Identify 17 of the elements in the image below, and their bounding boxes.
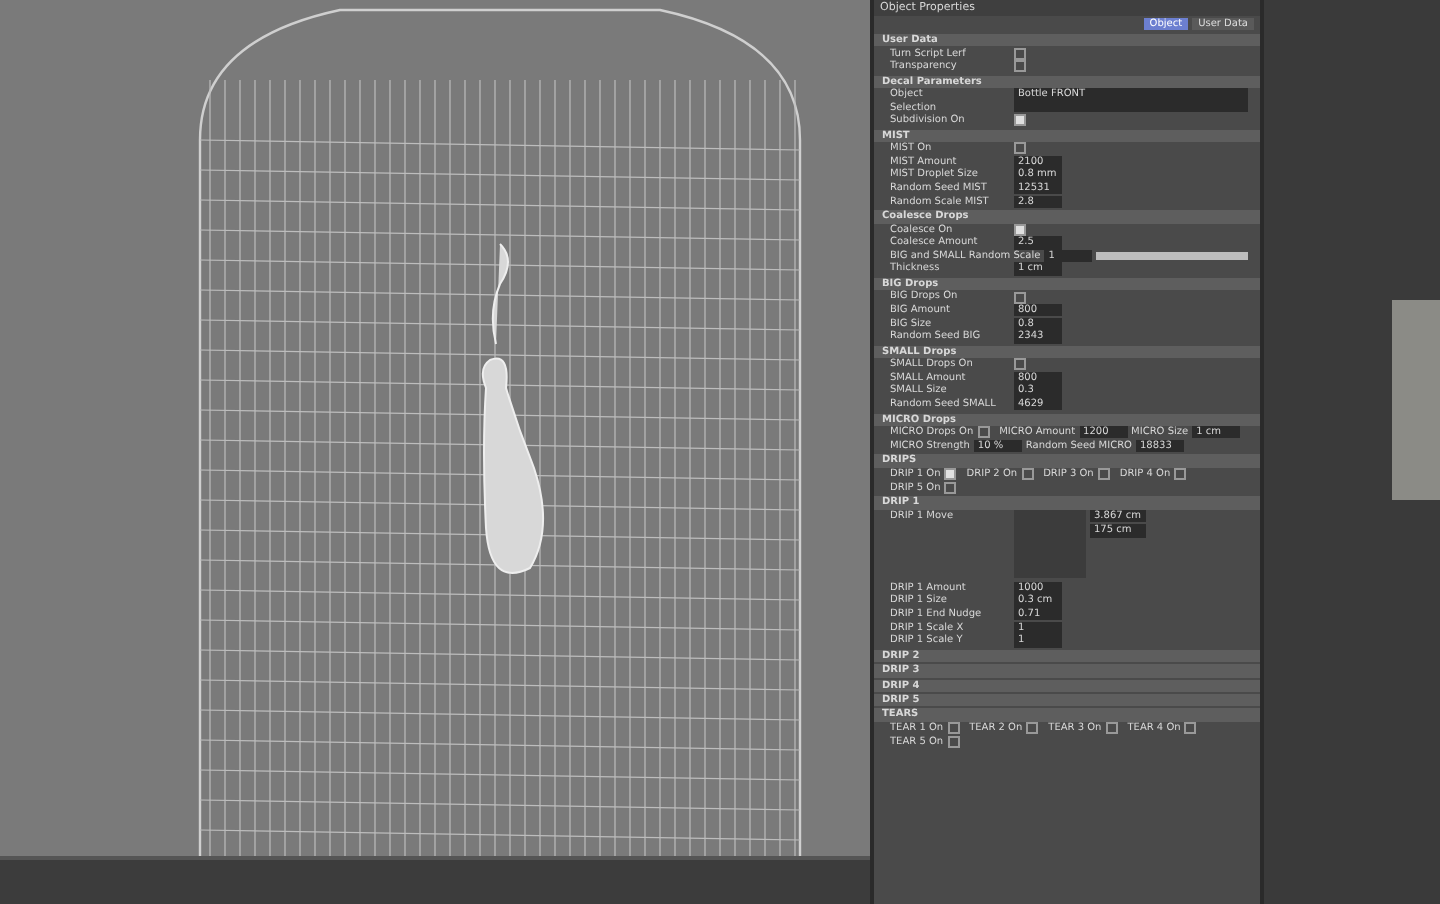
checkbox[interactable] xyxy=(1014,291,1026,304)
checkbox[interactable] xyxy=(1174,467,1187,480)
checkbox[interactable] xyxy=(1014,358,1026,371)
link-field[interactable] xyxy=(1014,102,1248,113)
checkbox[interactable] xyxy=(1014,142,1026,155)
checkbox[interactable] xyxy=(1026,721,1039,734)
checkbox[interactable] xyxy=(1014,47,1026,60)
checkbox[interactable] xyxy=(944,482,957,495)
checkbox[interactable] xyxy=(977,426,990,439)
checkbox[interactable] xyxy=(1014,60,1026,73)
checkbox[interactable] xyxy=(1184,721,1197,734)
checkbox[interactable] xyxy=(1097,467,1110,480)
checkbox[interactable] xyxy=(1014,114,1026,127)
checkbox[interactable] xyxy=(1021,467,1034,480)
checkbox[interactable] xyxy=(947,736,960,749)
checkbox[interactable] xyxy=(947,721,960,734)
checkbox[interactable] xyxy=(1105,721,1118,734)
